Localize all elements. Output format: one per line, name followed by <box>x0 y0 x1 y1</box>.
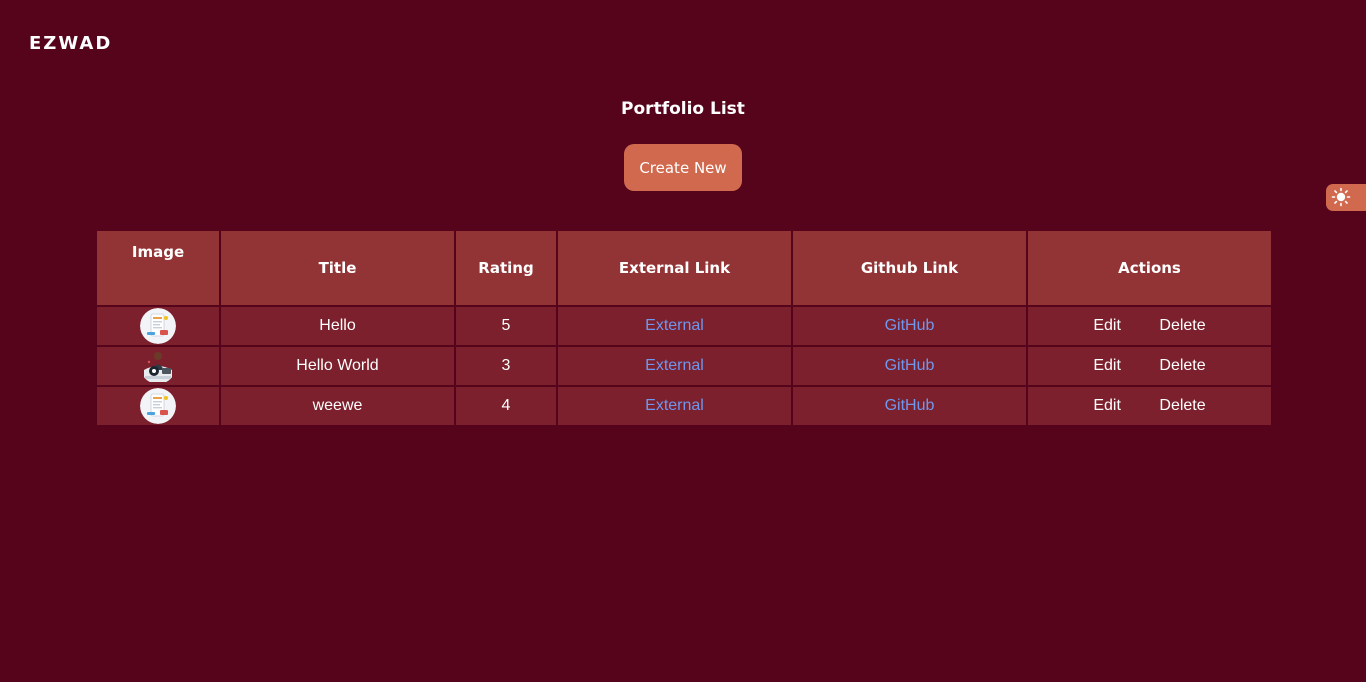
delete-button[interactable]: Delete <box>1159 317 1205 335</box>
image-cell <box>95 385 221 427</box>
delete-button[interactable]: Delete <box>1159 357 1205 375</box>
edit-button[interactable]: Edit <box>1093 397 1121 415</box>
edit-button[interactable]: Edit <box>1093 357 1121 375</box>
column-header-github-link: Github Link <box>791 229 1028 307</box>
delete-button[interactable]: Delete <box>1159 397 1205 415</box>
table-header-row: Image Title Rating External Link Github … <box>95 229 1273 307</box>
portfolio-thumbnail-person <box>140 348 176 384</box>
github-link[interactable]: GitHub <box>885 317 935 334</box>
create-new-button[interactable]: Create New <box>624 144 742 191</box>
column-header-actions: Actions <box>1026 229 1273 307</box>
rating-cell: 5 <box>454 305 558 347</box>
actions-cell: Edit Delete <box>1026 305 1273 347</box>
rating-cell: 4 <box>454 385 558 427</box>
column-header-rating: Rating <box>454 229 558 307</box>
brand-logo[interactable]: EZWAD <box>29 33 112 54</box>
table-row: Hello 5 External GitHub Edit Delete <box>95 305 1273 347</box>
github-link[interactable]: GitHub <box>885 397 935 414</box>
column-header-title: Title <box>219 229 456 307</box>
page: EZWAD Portfolio List Create New Image Ti… <box>0 0 1366 682</box>
github-link-cell: GitHub <box>791 305 1028 347</box>
portfolio-thumbnail-mockup <box>140 388 176 424</box>
column-header-external-link: External Link <box>556 229 793 307</box>
page-title: Portfolio List <box>621 99 745 119</box>
rating-cell: 3 <box>454 345 558 387</box>
external-link[interactable]: External <box>645 317 704 334</box>
github-link[interactable]: GitHub <box>885 357 935 374</box>
title-cell: Hello World <box>219 345 456 387</box>
external-link-cell: External <box>556 305 793 347</box>
table-row: weewe 4 External GitHub Edit Delete <box>95 385 1273 427</box>
image-cell <box>95 305 221 347</box>
theme-toggle-button[interactable] <box>1326 184 1366 211</box>
github-link-cell: GitHub <box>791 385 1028 427</box>
actions-cell: Edit Delete <box>1026 385 1273 427</box>
actions-cell: Edit Delete <box>1026 345 1273 387</box>
title-cell: Hello <box>219 305 456 347</box>
image-cell <box>95 345 221 387</box>
external-link-cell: External <box>556 345 793 387</box>
external-link[interactable]: External <box>645 357 704 374</box>
table-row: Hello World 3 External GitHub Edit Delet… <box>95 345 1273 387</box>
portfolio-table: Image Title Rating External Link Github … <box>95 229 1273 427</box>
external-link-cell: External <box>556 385 793 427</box>
github-link-cell: GitHub <box>791 345 1028 387</box>
portfolio-thumbnail-mockup <box>140 308 176 344</box>
edit-button[interactable]: Edit <box>1093 317 1121 335</box>
column-header-image: Image <box>95 229 221 307</box>
title-cell: weewe <box>219 385 456 427</box>
external-link[interactable]: External <box>645 397 704 414</box>
